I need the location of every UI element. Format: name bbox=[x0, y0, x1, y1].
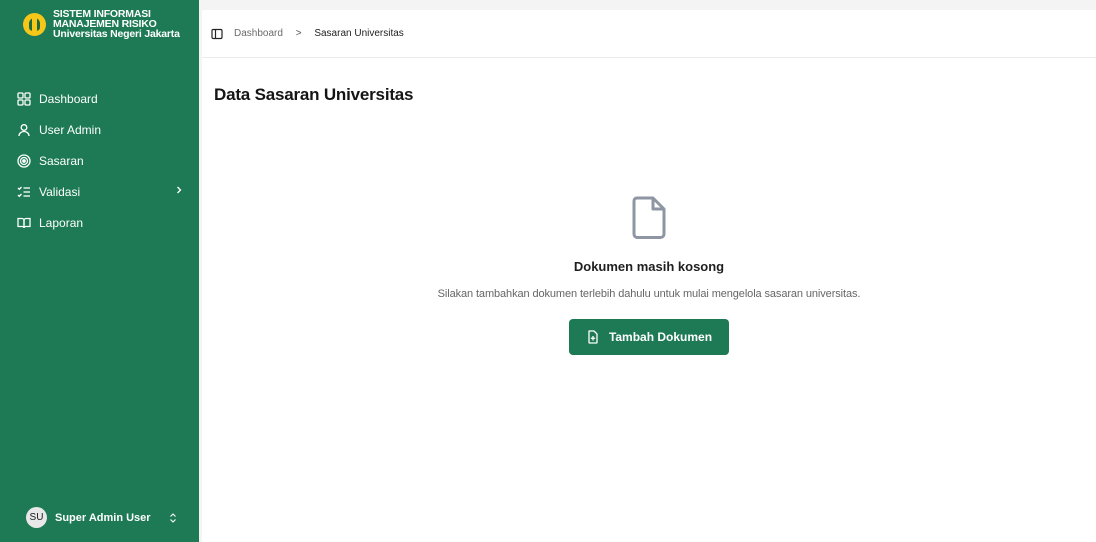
user-name: Super Admin User bbox=[55, 511, 151, 524]
user-icon bbox=[18, 123, 30, 136]
sidebar-item-user-admin[interactable]: User Admin bbox=[0, 114, 199, 145]
sidebar-item-sasaran[interactable]: Sasaran bbox=[0, 145, 199, 176]
chevron-right-icon bbox=[177, 186, 182, 194]
brand[interactable]: SISTEM INFORMASI MANAJEMEN RISIKO Univer… bbox=[0, 0, 199, 60]
user-menu[interactable]: SU Super Admin User bbox=[26, 507, 177, 528]
sidebar-item-label: User Admin bbox=[39, 122, 102, 137]
avatar: SU bbox=[26, 507, 47, 528]
empty-state-title: Dokumen masih kosong bbox=[573, 259, 725, 274]
topbar: Dashboard > Sasaran Universitas bbox=[202, 10, 1096, 58]
grid-icon bbox=[17, 91, 31, 106]
sidebar-item-label: Validasi bbox=[39, 184, 81, 199]
sidebar-item-laporan[interactable]: Laporan bbox=[0, 207, 199, 238]
sidebar-nav: Dashboard User Admin Sasaran Validasi La… bbox=[0, 60, 199, 238]
brand-line-3: Universitas Negeri Jakarta bbox=[53, 28, 180, 40]
breadcrumb-separator: > bbox=[295, 28, 302, 39]
add-document-button[interactable]: Tambah Dokumen bbox=[569, 319, 729, 355]
sidebar-item-label: Sasaran bbox=[39, 153, 84, 168]
breadcrumb-dashboard[interactable]: Dashboard bbox=[234, 28, 283, 39]
empty-state-description: Silakan tambahkan dokumen terlebih dahul… bbox=[437, 288, 861, 300]
target-icon bbox=[17, 153, 31, 168]
sidebar-item-validasi[interactable]: Validasi bbox=[0, 176, 199, 207]
document-icon bbox=[632, 196, 666, 239]
page-title: Data Sasaran Universitas bbox=[214, 85, 414, 104]
chevrons-up-down-icon bbox=[169, 512, 176, 523]
sidebar: SISTEM INFORMASI MANAJEMEN RISIKO Univer… bbox=[0, 0, 199, 542]
empty-state: Dokumen masih kosong Silakan tambahkan d… bbox=[202, 195, 1096, 355]
brand-text: SISTEM INFORMASI MANAJEMEN RISIKO Univer… bbox=[53, 9, 180, 40]
checklist-icon bbox=[17, 186, 30, 197]
breadcrumb: Dashboard > Sasaran Universitas bbox=[234, 28, 404, 39]
sidebar-item-label: Laporan bbox=[39, 215, 84, 230]
sidebar-toggle-icon[interactable] bbox=[211, 28, 223, 40]
main-content: Dashboard > Sasaran Universitas Data Sas… bbox=[202, 10, 1096, 542]
sidebar-item-label: Dashboard bbox=[39, 91, 98, 106]
file-plus-icon bbox=[588, 330, 598, 344]
unj-logo bbox=[23, 13, 46, 36]
breadcrumb-current: Sasaran Universitas bbox=[314, 28, 404, 39]
add-document-label: Tambah Dokumen bbox=[608, 330, 713, 344]
book-open-icon bbox=[17, 217, 31, 228]
sidebar-item-dashboard[interactable]: Dashboard bbox=[0, 83, 199, 114]
